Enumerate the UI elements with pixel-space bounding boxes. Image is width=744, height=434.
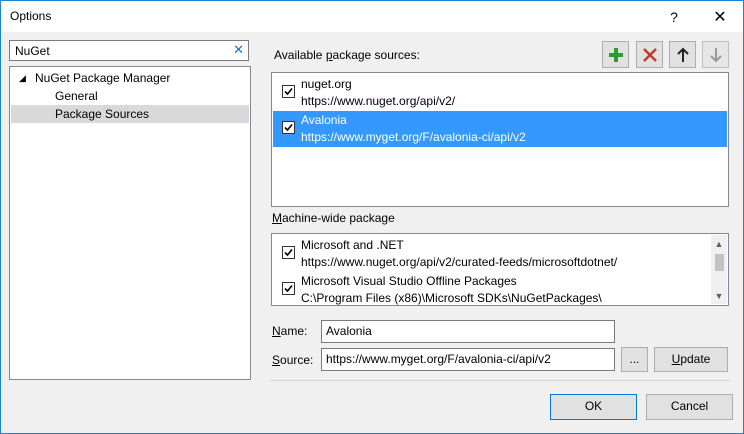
checkmark-icon (284, 87, 293, 96)
label-part: achine-wide package (282, 211, 395, 225)
list-item-source-avalonia[interactable]: Avalonia https://www.myget.org/F/avaloni… (273, 111, 727, 147)
tree-item-label: NuGet Package Manager (35, 71, 171, 85)
source-name: Microsoft and .NET (301, 238, 404, 252)
label-part: ame: (280, 324, 308, 338)
add-source-button[interactable] (602, 41, 629, 68)
enable-checkbox[interactable] (282, 121, 295, 134)
machine-wide-label: Machine-wide package (272, 211, 395, 225)
help-button[interactable]: ? (651, 1, 697, 32)
source-url: C:\Program Files (x86)\Microsoft SDKs\Nu… (301, 291, 602, 305)
separator (270, 380, 730, 381)
scroll-up-icon[interactable]: ▲ (711, 235, 727, 252)
available-sources-label: Available package sources: (274, 48, 420, 62)
label-accesskey: p (325, 48, 333, 62)
move-up-button[interactable] (669, 41, 696, 68)
name-field[interactable]: Avalonia (321, 320, 615, 343)
tree-item-label: General (55, 89, 98, 103)
tree-item-nuget-package-manager[interactable]: ◢ NuGet Package Manager (11, 69, 249, 87)
checkmark-icon (284, 284, 293, 293)
tree-item-general[interactable]: General (11, 87, 249, 105)
enable-checkbox[interactable] (282, 85, 295, 98)
source-name: Avalonia (301, 113, 347, 127)
source-label: Source: (272, 353, 313, 367)
scroll-down-icon[interactable]: ▼ (711, 287, 727, 304)
vertical-scrollbar[interactable]: ▲ ▼ (711, 235, 727, 304)
options-tree: ◢ NuGet Package Manager General Package … (9, 66, 251, 380)
label-accesskey: M (272, 211, 282, 225)
source-name: Microsoft Visual Studio Offline Packages (301, 274, 517, 288)
label-part: ackage sources: (332, 48, 420, 62)
list-item-source-microsoft-dotnet[interactable]: Microsoft and .NET https://www.nuget.org… (273, 236, 711, 272)
label-accesskey: U (671, 352, 681, 366)
available-sources-list[interactable]: nuget.org https://www.nuget.org/api/v2/ … (271, 72, 729, 207)
source-name: nuget.org (301, 77, 352, 91)
cancel-button[interactable]: Cancel (646, 394, 733, 420)
title-bar: Options ? ✕ (1, 1, 743, 32)
label-part: Available (274, 48, 326, 62)
label-part: pdate (680, 352, 711, 366)
remove-source-button[interactable] (636, 41, 663, 68)
x-icon (642, 47, 657, 62)
arrow-up-icon (676, 47, 689, 62)
label-accesskey: S (272, 353, 281, 367)
tree-item-package-sources[interactable]: Package Sources (11, 105, 249, 123)
update-button[interactable]: Update (654, 347, 728, 372)
label-part: ource: (280, 353, 314, 367)
arrow-down-icon (709, 47, 722, 62)
enable-checkbox[interactable] (282, 282, 295, 295)
window-title: Options (10, 9, 52, 23)
move-down-button[interactable] (702, 41, 729, 68)
tree-item-label: Package Sources (55, 107, 150, 121)
close-button[interactable]: ✕ (697, 1, 743, 32)
search-input[interactable]: NuGet ✕ (9, 40, 249, 61)
expand-arrow-icon[interactable]: ◢ (19, 69, 26, 87)
source-url: https://www.nuget.org/api/v2/ (301, 94, 456, 108)
plus-icon (608, 47, 623, 62)
enable-checkbox[interactable] (282, 246, 295, 259)
search-value: NuGet (15, 44, 50, 58)
checkmark-icon (284, 123, 293, 132)
list-item-source-nuget-org[interactable]: nuget.org https://www.nuget.org/api/v2/ (273, 75, 727, 111)
source-field[interactable]: https://www.myget.org/F/avalonia-ci/api/… (321, 348, 615, 371)
ok-button[interactable]: OK (550, 394, 637, 420)
browse-button[interactable]: ... (621, 347, 648, 372)
machine-wide-sources-list[interactable]: Microsoft and .NET https://www.nuget.org… (271, 233, 729, 306)
source-url: https://www.myget.org/F/avalonia-ci/api/… (301, 130, 526, 144)
source-url: https://www.nuget.org/api/v2/curated-fee… (301, 255, 618, 269)
label-accesskey: N (272, 324, 281, 338)
options-dialog: Options ? ✕ NuGet ✕ ◢ NuGet Package Mana… (0, 0, 744, 434)
name-label: Name: (272, 324, 307, 338)
list-item-source-vs-offline[interactable]: Microsoft Visual Studio Offline Packages… (273, 272, 711, 305)
scroll-thumb[interactable] (715, 254, 724, 271)
checkmark-icon (284, 248, 293, 257)
clear-search-icon[interactable]: ✕ (233, 42, 244, 58)
